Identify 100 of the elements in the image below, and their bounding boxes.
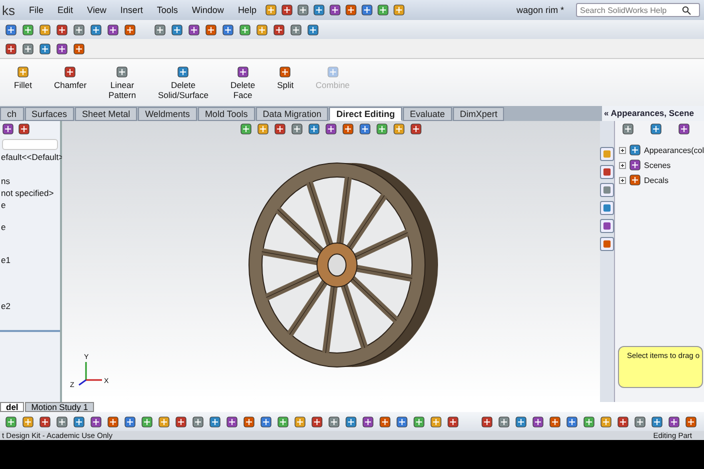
tool-icon[interactable] [280,3,294,17]
tool-icon[interactable] [290,122,304,136]
tool-icon[interactable] [412,414,426,428]
ribbon-button[interactable]: Split [271,59,300,92]
tool-icon[interactable] [296,3,310,17]
tool-icon[interactable] [191,414,205,428]
tool-icon[interactable] [616,414,630,428]
tool-icon[interactable] [242,414,256,428]
expand-toggle[interactable] [619,176,626,184]
tool-icon[interactable] [72,42,86,56]
tool-icon[interactable] [21,414,35,428]
tree-item[interactable]: efault<<Default> [1,152,60,164]
tool-icon[interactable] [684,414,698,428]
task-pane-tab[interactable] [600,219,614,233]
tool-icon[interactable] [21,22,35,36]
tool-icon[interactable] [344,3,358,17]
ribbon-button[interactable]: Fillet [8,59,38,92]
tool-icon[interactable] [272,22,286,36]
tool-icon[interactable] [174,414,188,428]
tool-icon[interactable] [239,122,253,136]
tool-icon[interactable] [341,122,355,136]
ribbon-tab[interactable]: Direct Editing [329,106,402,120]
tool-icon[interactable] [310,414,324,428]
tool-icon[interactable] [361,414,375,428]
tree-item[interactable]: Scenes [644,160,671,170]
tool-icon[interactable] [667,414,681,428]
tool-icon[interactable] [55,414,69,428]
tool-icon[interactable] [633,414,647,428]
tool-icon[interactable] [375,122,389,136]
tree-item[interactable]: e [1,200,60,211]
tool-icon[interactable] [278,65,292,79]
ribbon-tab[interactable]: DimXpert [452,106,504,120]
tool-icon[interactable] [106,22,120,36]
tool-icon[interactable] [55,42,69,56]
tool-icon[interactable] [392,3,406,17]
tool-icon[interactable] [236,65,250,79]
task-pane-tab[interactable] [600,147,614,161]
tool-icon[interactable] [548,414,562,428]
tool-icon[interactable] [328,3,342,17]
tool-icon[interactable] [225,414,239,428]
tool-icon[interactable] [378,414,392,428]
tool-icon[interactable] [72,414,86,428]
tool-icon[interactable] [255,22,269,36]
tree-item[interactable]: e [1,222,60,234]
tool-icon[interactable] [358,122,372,136]
tree-item[interactable]: e2 [1,301,60,312]
study-tab[interactable]: del [0,402,24,412]
tool-icon[interactable] [17,122,31,136]
tree-item[interactable]: Appearances(col [644,146,704,154]
tool-icon[interactable] [327,414,341,428]
tool-icon[interactable] [4,414,18,428]
tool-icon[interactable] [204,22,218,36]
filter-field[interactable] [2,139,58,150]
tool-icon[interactable] [599,414,613,428]
menu-item[interactable]: Tools [150,4,184,16]
tool-icon[interactable] [153,22,167,36]
tool-icon[interactable] [273,122,287,136]
tool-icon[interactable] [531,414,545,428]
tool-icon[interactable] [259,414,273,428]
ribbon-tab[interactable]: ch [0,106,24,120]
tool-icon[interactable] [409,122,423,136]
tool-icon[interactable] [123,414,137,428]
tool-icon[interactable] [497,414,511,428]
task-pane-tab[interactable] [600,183,614,197]
menu-item[interactable]: Help [232,4,262,16]
ribbon-button[interactable]: Delete Solid/Surface [152,59,215,102]
tool-icon[interactable] [115,65,130,79]
menu-item[interactable]: Window [186,4,230,16]
tool-icon[interactable] [395,414,409,428]
menu-item[interactable]: File [23,4,50,16]
tool-icon[interactable] [38,42,52,56]
tool-icon[interactable] [89,22,103,36]
tool-icon[interactable] [480,414,494,428]
ribbon-tab[interactable]: Weldments [138,106,197,120]
tool-icon[interactable] [21,42,35,56]
ribbon-button[interactable]: Delete Face [224,59,262,102]
tool-icon[interactable] [429,414,443,428]
tool-icon[interactable] [621,122,635,136]
tool-icon[interactable] [649,122,663,136]
tool-icon[interactable] [38,414,52,428]
tool-icon[interactable] [650,414,664,428]
tool-icon[interactable] [312,3,326,17]
ribbon-tab[interactable]: Surfaces [24,106,74,120]
tool-icon[interactable] [307,122,321,136]
tool-icon[interactable] [306,22,320,36]
tool-icon[interactable] [1,122,15,136]
tool-icon[interactable] [157,414,171,428]
tool-icon[interactable] [344,414,358,428]
ribbon-tab[interactable]: Mold Tools [198,106,255,120]
tool-icon[interactable] [4,42,18,56]
ribbon-tab[interactable]: Sheet Metal [75,106,138,120]
ribbon-tab[interactable]: Data Migration [256,106,328,120]
tool-icon[interactable] [187,22,201,36]
tool-icon[interactable] [293,414,307,428]
task-pane-tab[interactable] [600,201,614,215]
study-tab[interactable]: Motion Study 1 [25,402,94,412]
ribbon-button[interactable]: Linear Pattern [102,59,142,102]
ribbon-tab[interactable]: Evaluate [402,106,452,120]
expand-toggle[interactable] [619,146,626,154]
tool-icon[interactable] [55,22,69,36]
